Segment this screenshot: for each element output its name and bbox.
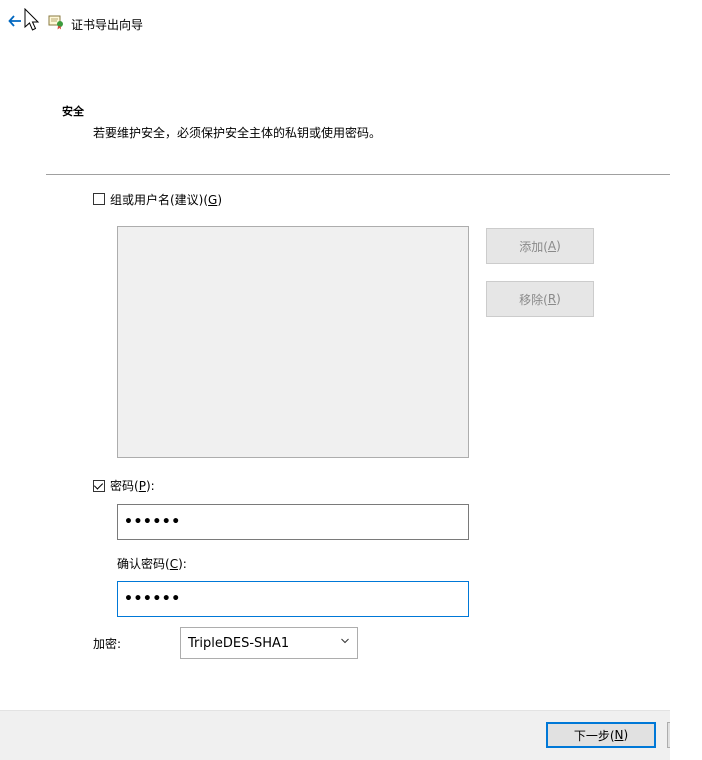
- wizard-title: 证书导出向导: [71, 18, 144, 32]
- encryption-dropdown[interactable]: TripleDES-SHA1: [180, 627, 358, 659]
- group-or-user-label[interactable]: 组或用户名(建议)(G): [110, 191, 222, 208]
- mouse-cursor-icon: [24, 8, 40, 31]
- back-arrow-icon[interactable]: [8, 13, 22, 29]
- confirm-password-input[interactable]: ••••••: [117, 581, 469, 617]
- cancel-button[interactable]: [667, 722, 670, 748]
- chevron-down-icon: [341, 638, 349, 644]
- remove-button[interactable]: 移除(R): [486, 281, 594, 317]
- password-label[interactable]: 密码(P):: [110, 477, 155, 494]
- next-button[interactable]: 下一步(N): [546, 722, 656, 748]
- certificate-wizard-icon: [48, 15, 63, 30]
- confirm-password-label: 确认密码(C):: [117, 557, 187, 571]
- encryption-label: 加密:: [93, 637, 122, 651]
- encryption-selected-value: TripleDES-SHA1: [188, 635, 290, 651]
- password-checkbox[interactable]: [93, 480, 105, 492]
- section-title: 安全: [62, 105, 84, 118]
- password-input[interactable]: ••••••: [117, 504, 469, 540]
- principals-listbox[interactable]: [117, 226, 469, 458]
- header-divider: [46, 174, 670, 175]
- group-or-user-checkbox[interactable]: [93, 193, 105, 205]
- add-button[interactable]: 添加(A): [486, 228, 594, 264]
- section-description: 若要维护安全，必须保护安全主体的私钥或使用密码。: [93, 126, 382, 140]
